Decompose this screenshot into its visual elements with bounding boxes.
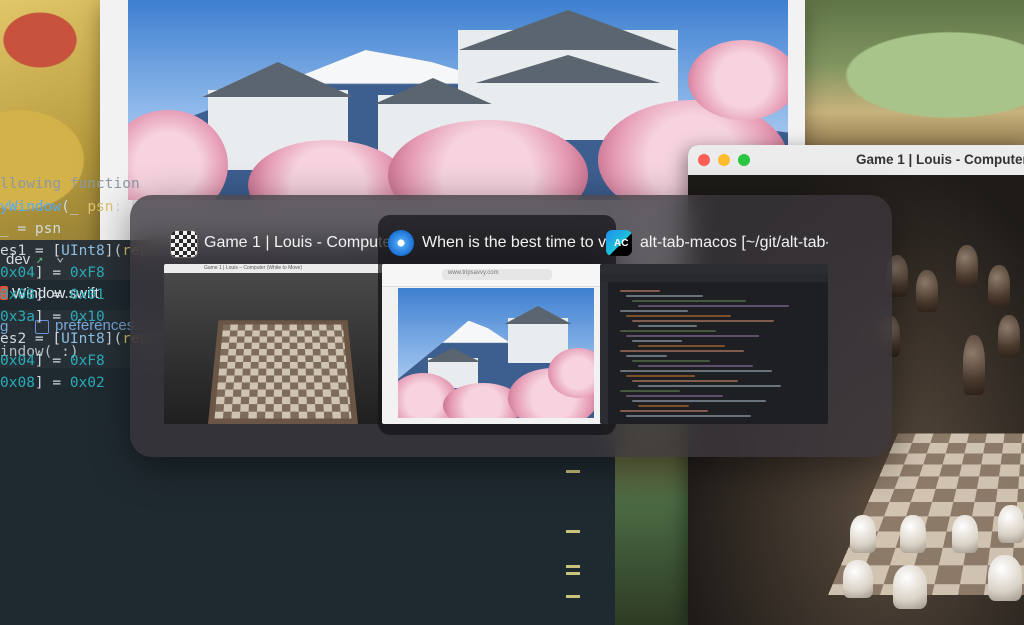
wallpaper-right bbox=[800, 0, 1024, 160]
chess-app-icon bbox=[170, 230, 198, 258]
code-line[interactable]: 0x3a] = 0x10 bbox=[0, 306, 105, 328]
close-button[interactable] bbox=[698, 154, 710, 166]
switcher-item-appcode[interactable]: AC alt-tab-macos [~/git/alt-tab-macos] bbox=[596, 215, 834, 435]
switcher-item-chess[interactable]: Game 1 | Louis - Computer (White to Move… bbox=[160, 215, 398, 435]
code-line[interactable]: 0x04] = 0xF8 bbox=[0, 262, 105, 284]
code-line[interactable]: llowing function bbox=[0, 173, 140, 195]
code-line[interactable]: yWindow(_ psn: P bbox=[0, 196, 140, 218]
preview-title: Game 1 | Louis – Computer (White to Move… bbox=[204, 265, 303, 271]
chess-board-preview bbox=[208, 320, 358, 424]
code-line[interactable]: 0x08] = 0x01 bbox=[0, 284, 105, 306]
switcher-item-title: alt-tab-macos [~/git/alt-tab-macos] bbox=[640, 234, 828, 251]
safari-app-icon bbox=[388, 230, 414, 256]
chess-window-titlebar[interactable]: Game 1 | Louis - Computer bbox=[688, 145, 1024, 176]
gutter-marker bbox=[566, 595, 580, 598]
chess-window-title: Game 1 | Louis - Computer bbox=[856, 152, 1024, 167]
minimize-button[interactable] bbox=[718, 154, 730, 166]
window-preview: www.tripsavvy.com bbox=[382, 264, 610, 424]
code-line[interactable]: 0x04] = 0xF8 bbox=[0, 350, 105, 372]
maximize-button[interactable] bbox=[738, 154, 750, 166]
switcher-item-safari[interactable]: When is the best time to visit Japan www… bbox=[378, 215, 616, 435]
preview-url: www.tripsavvy.com bbox=[448, 270, 499, 276]
window-preview bbox=[600, 264, 828, 424]
window-switcher: Game 1 | Louis - Computer (White to Move… bbox=[130, 195, 892, 457]
gutter-marker bbox=[566, 572, 580, 575]
japan-castle-photo-preview bbox=[398, 288, 594, 418]
appcode-app-icon: AC bbox=[606, 230, 632, 256]
code-line[interactable]: _ = psn bbox=[0, 218, 61, 240]
code-line[interactable]: 0x08] = 0x02 bbox=[0, 372, 105, 394]
gutter-marker bbox=[566, 565, 580, 568]
gutter-marker bbox=[566, 530, 580, 533]
appcode-icon-text: AC bbox=[614, 238, 629, 249]
switcher-item-title: When is the best time to visit Japan bbox=[422, 234, 610, 251]
switcher-item-title: Game 1 | Louis - Computer (White to Move… bbox=[204, 234, 392, 251]
gutter-marker bbox=[566, 470, 580, 473]
window-preview: Game 1 | Louis – Computer (White to Move… bbox=[164, 264, 392, 424]
